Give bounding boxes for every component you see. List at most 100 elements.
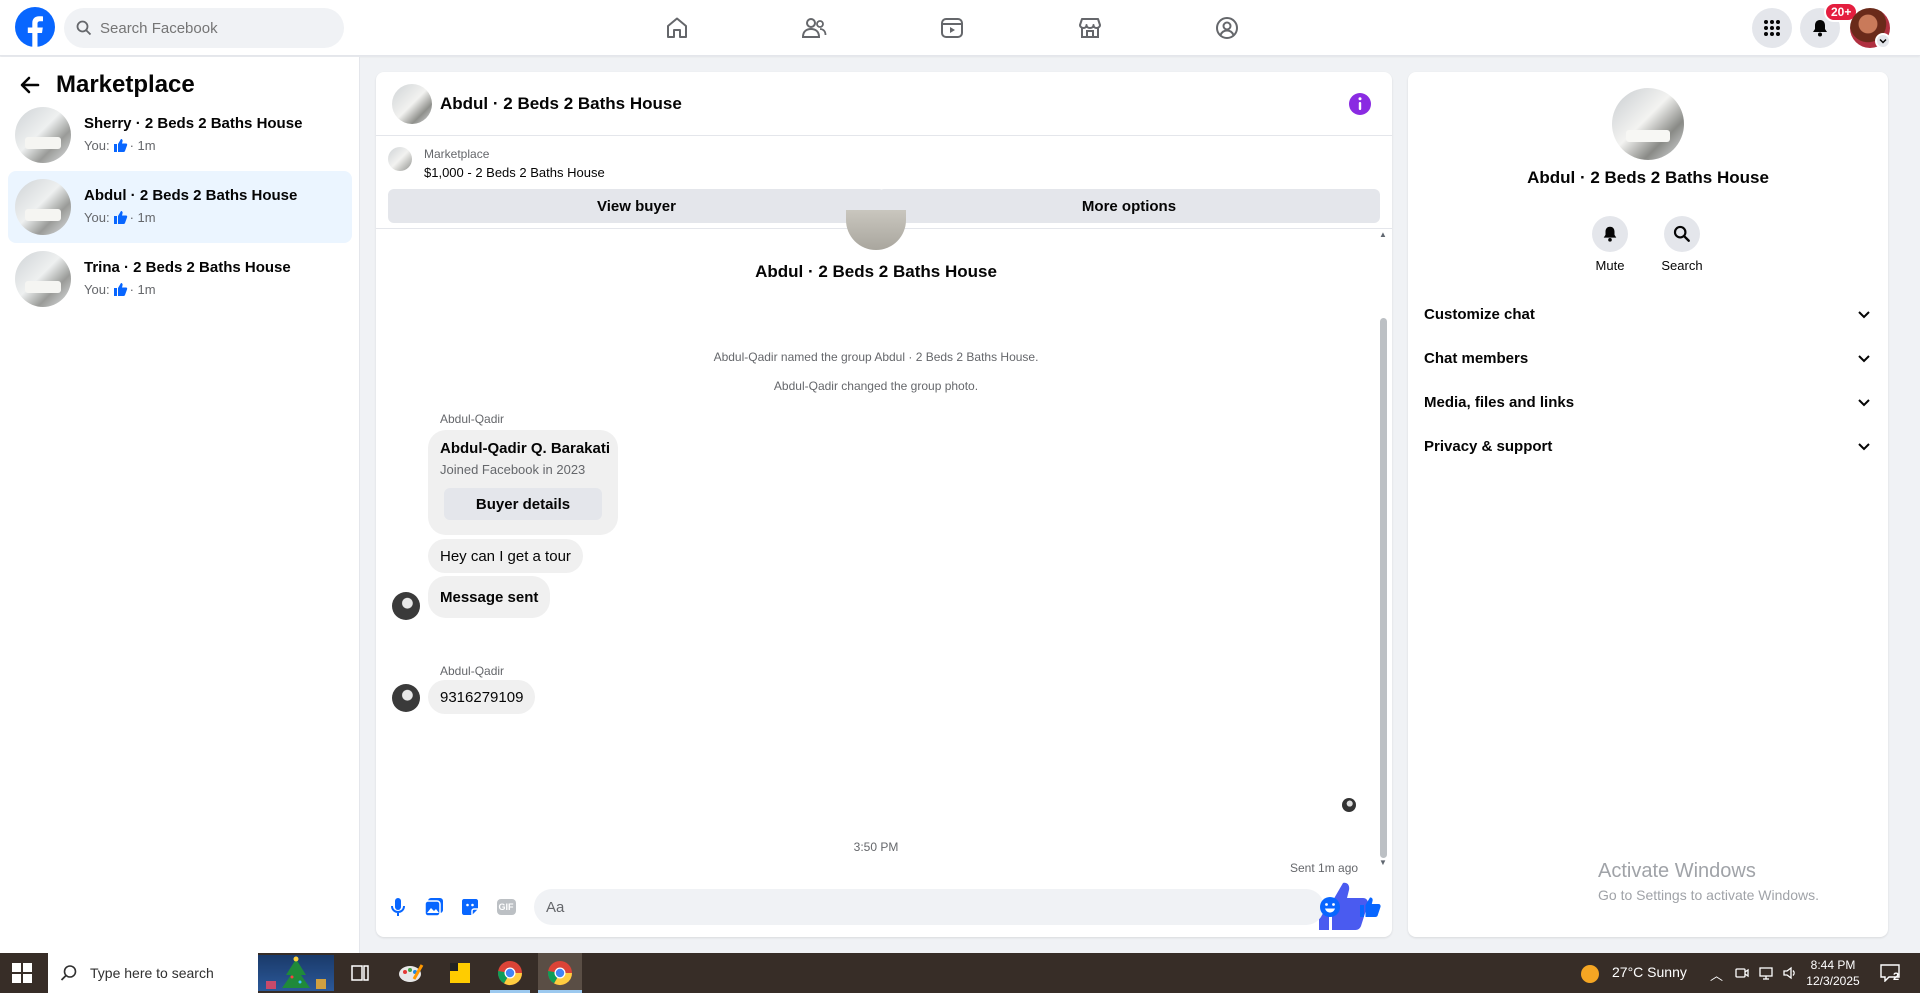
buyer-details-button[interactable]: Buyer details [444, 488, 602, 520]
task-view-icon[interactable] [344, 957, 376, 989]
bell-icon [1603, 226, 1617, 242]
system-clock[interactable]: 8:44 PM 12/3/2025 [1798, 957, 1868, 989]
message-input[interactable] [534, 889, 1324, 925]
photo-icon[interactable] [422, 895, 446, 919]
chat-details-panel: Abdul · 2 Beds 2 Baths House Mute Search… [1408, 72, 1888, 937]
message-bubble[interactable]: 9316279109 [428, 680, 536, 714]
grid-menu-icon [1764, 20, 1780, 36]
search-icon [60, 965, 77, 981]
weather-text[interactable]: 27°C Sunny [1612, 964, 1687, 980]
bell-icon [1813, 20, 1827, 37]
microphone-icon[interactable] [386, 895, 410, 919]
chevron-down-icon [1858, 311, 1870, 319]
mute-action[interactable]: Mute [1580, 216, 1640, 273]
chat-details-avatar[interactable] [1612, 88, 1684, 160]
group-name: Abdul · 2 Beds 2 Baths House [755, 262, 997, 281]
marketplace-label: Marketplace [424, 147, 490, 161]
mute-label: Mute [1595, 258, 1625, 273]
nav-marketplace[interactable] [1074, 12, 1106, 44]
send-like-icon[interactable] [1358, 895, 1382, 919]
scroll-thumb[interactable] [1380, 318, 1387, 858]
taskbar-search[interactable]: Type here to search [48, 953, 258, 993]
conversation-item[interactable]: Sherry · 2 Beds 2 Baths House You: · 1m [8, 99, 352, 171]
seen-indicator-avatar [1342, 798, 1356, 812]
sticky-notes-icon[interactable] [444, 957, 476, 989]
search-action[interactable]: Search [1652, 216, 1712, 273]
info-icon[interactable] [1348, 92, 1372, 116]
network-icon[interactable] [1758, 965, 1774, 981]
conversation-thumbnail [15, 107, 71, 163]
conversation-sidebar: Marketplace Sherry · 2 Beds 2 Baths Hous… [0, 57, 360, 953]
chat-members-section[interactable]: Chat members [1424, 340, 1872, 376]
chevron-down-icon [1858, 399, 1870, 407]
scroll-down-arrow[interactable]: ▼ [1378, 858, 1388, 868]
nav-video[interactable] [936, 12, 968, 44]
paint-app-icon[interactable] [394, 957, 426, 989]
chrome-icon[interactable] [544, 957, 576, 989]
facebook-logo-icon[interactable] [15, 7, 55, 47]
conversation-name: Abdul · 2 Beds 2 Baths House [84, 187, 298, 204]
weather-sun-icon[interactable] [1580, 964, 1600, 984]
chat-header: Abdul · 2 Beds 2 Baths House [376, 72, 1392, 136]
gif-icon[interactable]: GIF [494, 895, 518, 919]
nav-gaming[interactable] [1211, 12, 1243, 44]
windows-start-icon[interactable] [12, 963, 32, 983]
message-bubble[interactable]: Message sent [428, 576, 551, 618]
nav-friends[interactable] [798, 12, 830, 44]
mute-button[interactable] [1592, 216, 1628, 252]
customize-chat-section[interactable]: Customize chat [1424, 296, 1872, 332]
search-icon [1673, 225, 1690, 242]
nav-home[interactable] [661, 12, 693, 44]
more-options-button[interactable]: More options [878, 189, 1380, 223]
meet-now-icon[interactable] [1734, 965, 1750, 981]
search-facebook-box[interactable] [64, 8, 344, 48]
chat-header-avatar[interactable] [392, 84, 432, 124]
sender-name: Abdul-Qadir [440, 412, 505, 426]
search-in-chat-button[interactable] [1664, 216, 1700, 252]
conversation-name: Sherry · 2 Beds 2 Baths House [84, 115, 303, 132]
emoji-icon[interactable] [1318, 895, 1342, 919]
conversation-item[interactable]: Trina · 2 Beds 2 Baths House You: · 1m [8, 243, 352, 315]
group-photo [846, 210, 906, 250]
christmas-tree-icon [266, 956, 326, 989]
chrome-icon[interactable] [494, 957, 526, 989]
conversation-item-active[interactable]: Abdul · 2 Beds 2 Baths House You: · 1m [8, 171, 352, 243]
back-arrow-icon[interactable] [18, 73, 42, 97]
sidebar-header: Marketplace [18, 71, 195, 99]
listing-price-title[interactable]: $1,000 - 2 Beds 2 Baths House [424, 165, 605, 180]
search-highlight-image[interactable] [258, 955, 334, 991]
chat-title[interactable]: Abdul · 2 Beds 2 Baths House [440, 94, 682, 114]
menu-button[interactable] [1752, 8, 1792, 48]
conversation-preview: You: · 1m [84, 209, 156, 225]
message-scrollbar[interactable]: ▲ ▼ [1378, 230, 1388, 870]
message-composer: GIF [376, 877, 1392, 937]
profile-circle-icon [1216, 17, 1238, 39]
volume-icon[interactable] [1782, 965, 1798, 981]
thumbs-up-icon [113, 211, 127, 224]
sender-avatar[interactable] [392, 684, 420, 712]
sent-status: Sent 1m ago [1290, 861, 1359, 875]
message-thread: Abdul · 2 Beds 2 Baths House Abdul-Qadir… [376, 210, 1392, 930]
chat-details-name: Abdul · 2 Beds 2 Baths House [1527, 168, 1769, 187]
sticker-icon[interactable] [458, 895, 482, 919]
search-input[interactable] [100, 19, 320, 37]
sender-avatar[interactable] [392, 592, 420, 620]
buyer-joined: Joined Facebook in 2023 [440, 462, 586, 477]
account-chevron[interactable] [1875, 33, 1891, 49]
scroll-up-arrow[interactable]: ▲ [1378, 230, 1388, 240]
view-buyer-button[interactable]: View buyer [388, 189, 885, 223]
marketplace-icon [1079, 18, 1101, 38]
privacy-support-section[interactable]: Privacy & support [1424, 428, 1872, 464]
system-message: Abdul-Qadir named the group Abdul · 2 Be… [713, 350, 1039, 364]
conversation-thumbnail [15, 179, 71, 235]
chevron-up-icon[interactable]: ︿ [1710, 965, 1726, 983]
message-bubble[interactable]: Hey can I get a tour [428, 539, 583, 573]
chat-panel: Abdul · 2 Beds 2 Baths House Marketplace… [376, 72, 1392, 937]
media-files-links-section[interactable]: Media, files and links [1424, 384, 1872, 420]
search-icon [76, 20, 92, 36]
home-icon [667, 17, 687, 38]
search-label: Search [1661, 258, 1703, 273]
sender-name: Abdul-Qadir [440, 664, 505, 678]
chevron-down-icon [1858, 355, 1870, 363]
time-separator: 3:50 PM [853, 840, 899, 854]
